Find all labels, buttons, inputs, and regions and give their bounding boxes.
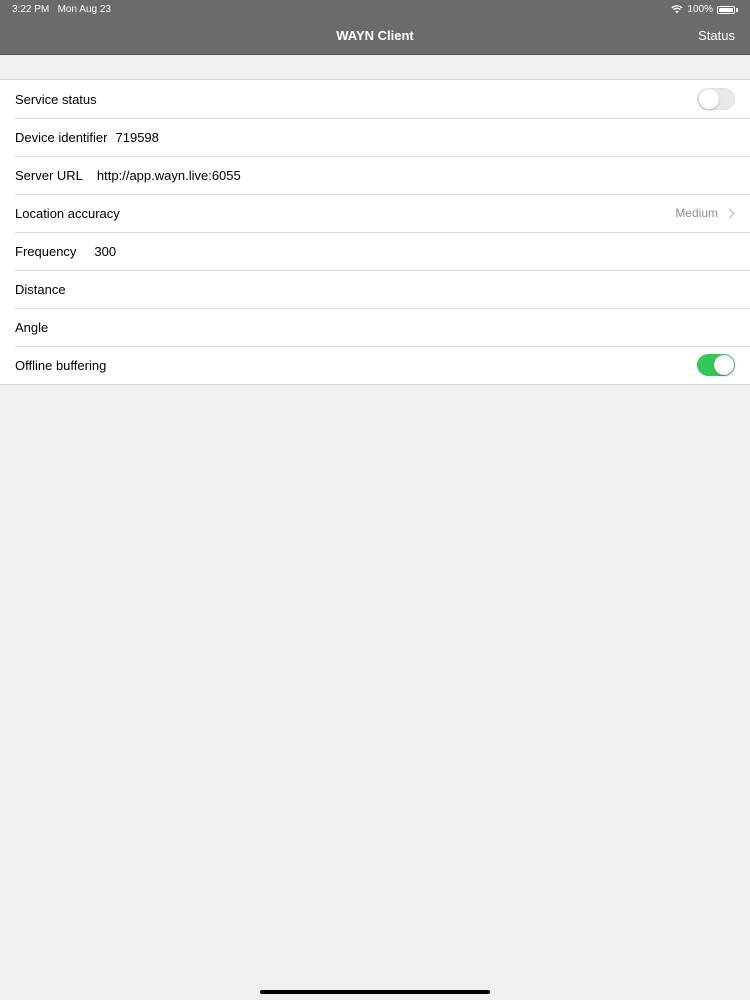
battery-percent: 100% [687, 4, 713, 15]
service-status-toggle[interactable] [697, 88, 735, 110]
distance-label: Distance [15, 281, 66, 297]
offline-buffering-right [697, 346, 735, 384]
status-bar: 3:22 PM Mon Aug 23 100% [0, 0, 750, 18]
page-title: WAYN Client [336, 28, 414, 43]
setting-distance[interactable]: Distance [0, 270, 750, 308]
setting-offline-buffering: Offline buffering [0, 346, 750, 384]
location-accuracy-right: Medium [675, 194, 735, 232]
location-accuracy-value: Medium [675, 206, 718, 220]
location-accuracy-label: Location accuracy [15, 205, 120, 221]
battery-tip [736, 7, 738, 12]
status-time: 3:22 PM Mon Aug 23 [12, 4, 111, 15]
status-indicators: 100% [671, 4, 738, 15]
toggle-knob [699, 89, 719, 109]
navigation-bar: 3:22 PM Mon Aug 23 100% WAYN Client Stat… [0, 0, 750, 55]
device-identifier-label: Device identifier [15, 129, 108, 145]
status-date: Mon Aug 23 [57, 4, 111, 15]
service-status-right [697, 80, 735, 118]
frequency-field[interactable]: 300 [94, 244, 116, 259]
wifi-icon [671, 5, 683, 14]
status-clock: 3:22 PM [12, 4, 50, 15]
settings-list: Service status Device identifier 719598 … [0, 79, 750, 385]
server-url-field[interactable]: http://app.wayn.live:6055 [97, 168, 241, 183]
setting-server-url[interactable]: Server URL http://app.wayn.live:6055 [0, 156, 750, 194]
setting-location-accuracy[interactable]: Location accuracy Medium [0, 194, 750, 232]
setting-angle[interactable]: Angle [0, 308, 750, 346]
chevron-right-icon [724, 208, 735, 218]
setting-frequency[interactable]: Frequency 300 [0, 232, 750, 270]
device-identifier-field[interactable]: 719598 [116, 130, 159, 145]
battery-icon [717, 5, 735, 14]
setting-service-status: Service status [0, 80, 750, 118]
angle-label: Angle [15, 319, 49, 335]
offline-buffering-toggle[interactable] [697, 354, 735, 376]
home-indicator[interactable] [260, 990, 490, 994]
setting-device-identifier[interactable]: Device identifier 719598 [0, 118, 750, 156]
status-button[interactable]: Status [698, 28, 735, 43]
toggle-knob [714, 355, 734, 375]
offline-buffering-label: Offline buffering [15, 357, 107, 373]
service-status-label: Service status [15, 91, 97, 107]
frequency-label: Frequency [15, 243, 77, 259]
server-url-label: Server URL [15, 167, 83, 183]
